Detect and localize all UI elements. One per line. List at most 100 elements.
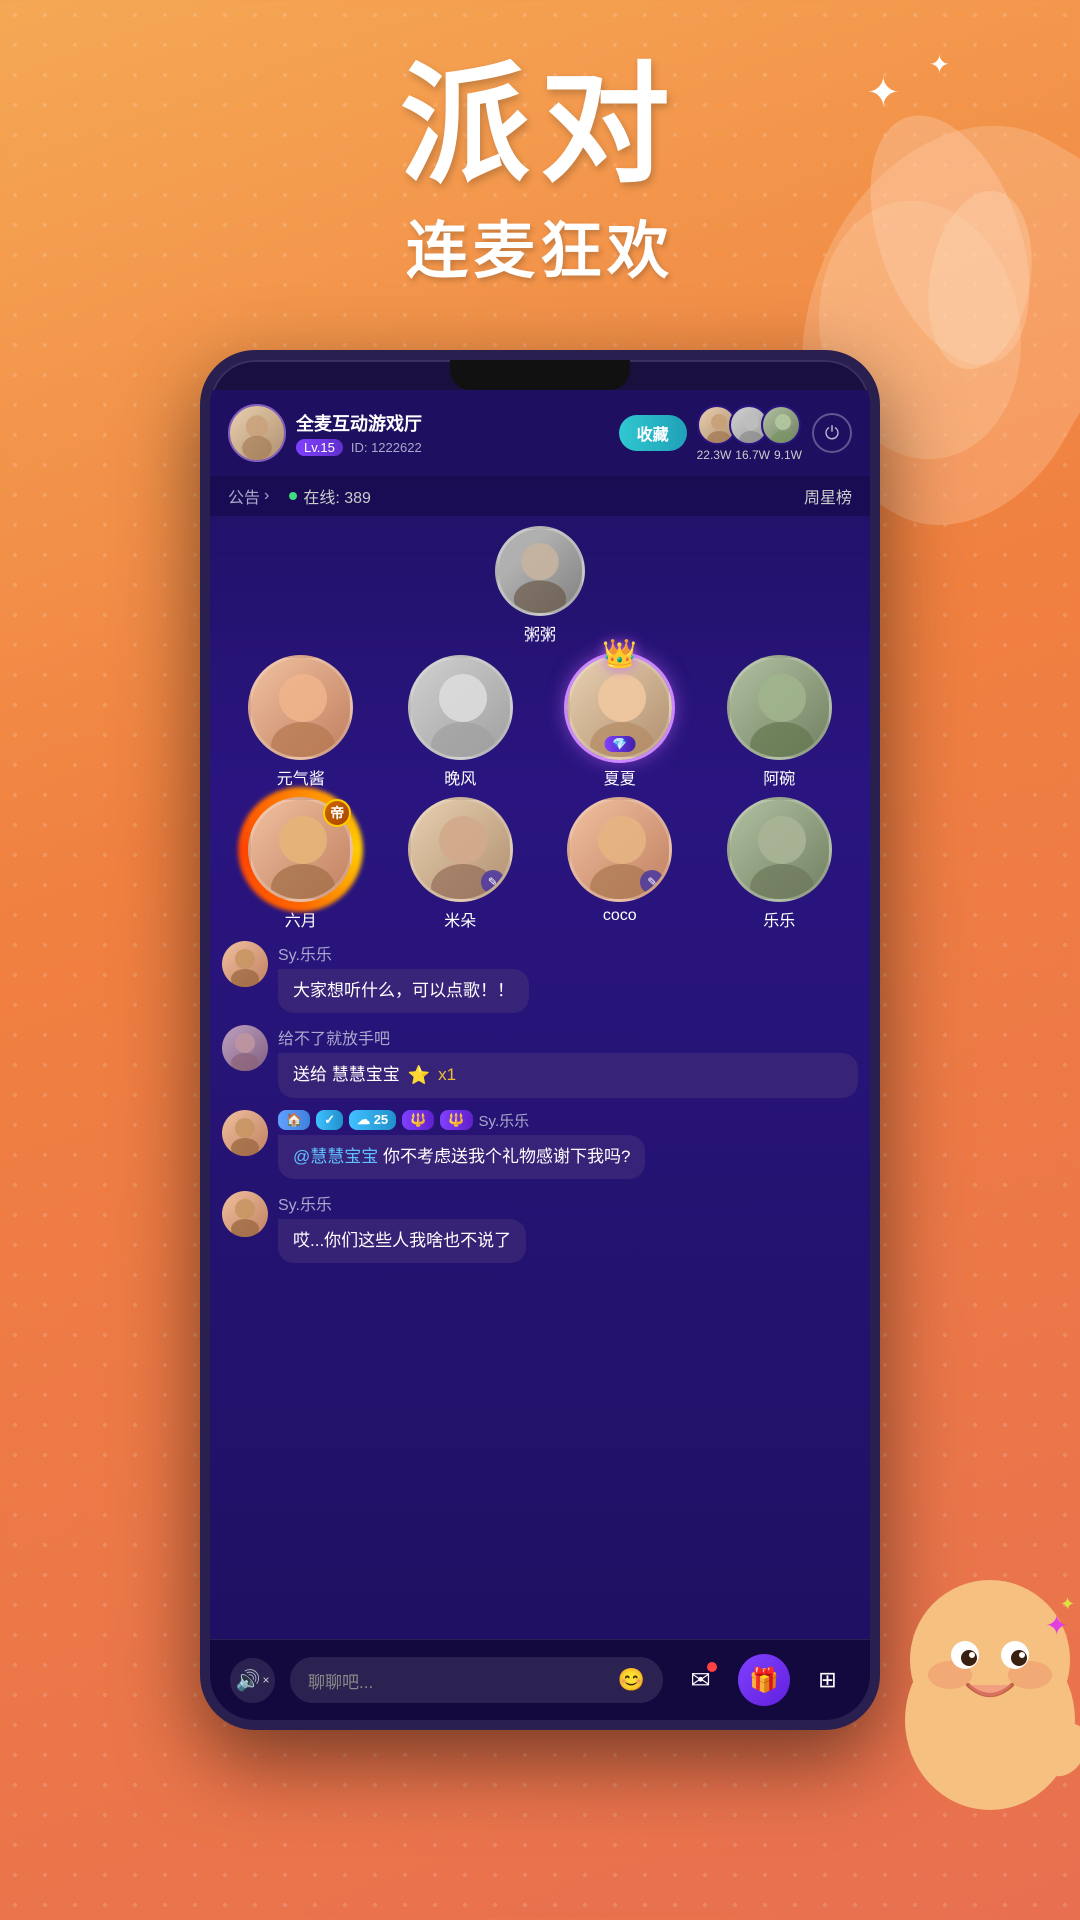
host-stage-name: 粥粥 — [524, 621, 556, 645]
chat-bubble-1: 大家想听什么，可以点歌！！ — [278, 969, 529, 1013]
chat-content-3: 🏠 ✓ ☁ 25 🔱 🔱 Sy.乐乐 @慧慧宝宝 你不考虑送我个礼物感谢下我吗? — [278, 1110, 858, 1179]
chat-bubble-2: 送给 慧慧宝宝 ⭐ x1 — [278, 1053, 858, 1098]
performers-row-2: 帝 六月 ✎ 米朵 ✎ — [220, 797, 860, 931]
chat-bubble-3: @慧慧宝宝 你不考虑送我个礼物感谢下我吗? — [278, 1135, 645, 1179]
hero-sub-title: 连麦狂欢 — [0, 200, 1080, 290]
performer-coco[interactable]: ✎ coco — [544, 797, 696, 931]
power-button[interactable]: ⏻ — [812, 413, 852, 453]
badge-check: ✓ — [316, 1110, 343, 1130]
chat-username-3: Sy.乐乐 — [479, 1110, 530, 1131]
performer-avatar-coco: ✎ — [567, 797, 672, 902]
performer-name-miduo: 米朵 — [444, 907, 476, 931]
weekly-rank-button[interactable]: 周星榜 — [804, 484, 852, 508]
sound-button[interactable]: 🔊 × — [230, 1658, 275, 1703]
host-info: 全麦互动游戏厅 Lv.15 ID: 1222622 — [296, 410, 609, 456]
chat-content-2: 给不了就放手吧 送给 慧慧宝宝 ⭐ x1 — [278, 1025, 858, 1098]
mail-button[interactable]: ✉ — [678, 1658, 723, 1703]
performer-yuanqi[interactable]: 元气酱 — [225, 655, 377, 789]
sound-x: × — [262, 1673, 269, 1687]
performer-lele[interactable]: 乐乐 — [704, 797, 856, 931]
host-id: ID: 1222622 — [351, 440, 422, 455]
stage-area: 粥粥 元气酱 晚风 — [210, 516, 870, 931]
online-indicator — [289, 492, 297, 500]
announce-label: 公告 — [228, 484, 260, 508]
top-bar: 全麦互动游戏厅 Lv.15 ID: 1222622 收藏 — [210, 390, 870, 476]
bottom-bar: 🔊 × 聊聊吧... 😊 ✉ 🎁 ⊞ — [210, 1639, 870, 1720]
svg-text:✦: ✦ — [1045, 1610, 1068, 1641]
viewer-count-1: 22.3W — [697, 448, 732, 462]
sound-icon: 🔊 — [236, 1668, 261, 1693]
performer-wanfeng[interactable]: 晚风 — [385, 655, 537, 789]
performer-avatar-wanfeng — [408, 655, 513, 760]
viewer-count-2: 16.7W — [735, 448, 770, 462]
online-count: 在线: 389 — [289, 484, 371, 508]
chat-avatar-2 — [222, 1025, 268, 1071]
chat-avatar-3 — [222, 1110, 268, 1156]
performer-name-xiaxia: 夏夏 — [604, 765, 636, 789]
performer-avatar-lele — [727, 797, 832, 902]
chat-bubble-4: 哎...你们这些人我啥也不说了 — [278, 1219, 526, 1263]
gift-button[interactable]: 🎁 — [738, 1654, 790, 1706]
gift-icon: 🎁 — [749, 1666, 779, 1695]
host-avatar — [228, 404, 286, 462]
chat-username-4: Sy.乐乐 — [278, 1191, 858, 1215]
performer-name-yuanqi: 元气酱 — [277, 765, 325, 789]
performer-avatar-yuanqi — [248, 655, 353, 760]
badge-rank-1: 🔱 — [402, 1110, 434, 1130]
host-stage: 粥粥 — [220, 526, 860, 645]
hero-section: 派对 连麦狂欢 — [0, 60, 1080, 290]
chat-content-1: Sy.乐乐 大家想听什么，可以点歌！！ — [278, 941, 858, 1013]
host-stage-avatar — [495, 526, 585, 616]
badge-rank-2: 🔱 — [440, 1110, 472, 1130]
performer-name-wanfeng: 晚风 — [444, 765, 476, 789]
menu-button[interactable]: ⊞ — [805, 1658, 850, 1703]
level-badge: Lv.15 — [296, 439, 343, 456]
chat-message-3: 🏠 ✓ ☁ 25 🔱 🔱 Sy.乐乐 @慧慧宝宝 你不考虑送我个礼物感谢下我吗? — [222, 1110, 858, 1179]
announce-button[interactable]: 公告 › — [228, 484, 269, 508]
viewer-avatars — [697, 405, 801, 445]
phone-screen: 全麦互动游戏厅 Lv.15 ID: 1222622 收藏 — [210, 390, 870, 1720]
chat-message-4: Sy.乐乐 哎...你们这些人我啥也不说了 — [222, 1191, 858, 1263]
phone-notch — [450, 360, 630, 390]
performer-avatar-awan — [727, 655, 832, 760]
performer-liuyue[interactable]: 帝 六月 — [225, 797, 377, 931]
mascot-character: ✦ ✦ ✦ — [850, 1560, 1080, 1840]
performer-xiaxia[interactable]: 👑 💎 夏夏 — [544, 655, 696, 789]
performer-awan[interactable]: 阿碗 — [704, 655, 856, 789]
performers-row-1: 元气酱 晚风 👑 💎 — [220, 655, 860, 789]
badge-25: ☁ 25 — [349, 1110, 396, 1130]
viewer-avatar-3 — [761, 405, 801, 445]
gift-count: x1 — [438, 1063, 456, 1087]
host-name: 全麦互动游戏厅 — [296, 410, 609, 436]
performer-avatar-miduo: ✎ — [408, 797, 513, 902]
chat-username-1: Sy.乐乐 — [278, 941, 858, 965]
chat-placeholder: 聊聊吧... — [308, 1668, 373, 1693]
host-meta: Lv.15 ID: 1222622 — [296, 439, 609, 456]
svg-text:✦: ✦ — [1060, 1594, 1075, 1614]
gift-text: 送给 慧慧宝宝 — [293, 1063, 400, 1087]
chat-username-2: 给不了就放手吧 — [278, 1025, 858, 1049]
collect-button[interactable]: 收藏 — [619, 415, 687, 451]
announce-arrow: › — [264, 487, 269, 505]
phone-device: 全麦互动游戏厅 Lv.15 ID: 1222622 收藏 — [200, 350, 880, 1730]
info-bar: 公告 › 在线: 389 周星榜 — [210, 476, 870, 516]
performer-name-awan: 阿碗 — [763, 765, 795, 789]
hero-main-title: 派对 — [0, 60, 1080, 190]
performer-miduo[interactable]: ✎ 米朵 — [385, 797, 537, 931]
chat-avatar-4 — [222, 1191, 268, 1237]
crown-icon: 👑 — [602, 637, 637, 670]
chat-input-area[interactable]: 聊聊吧... 😊 — [290, 1657, 663, 1703]
emoji-button[interactable]: 😊 — [618, 1667, 645, 1693]
chat-content-4: Sy.乐乐 哎...你们这些人我啥也不说了 — [278, 1191, 858, 1263]
viewer-count-3: 9.1W — [774, 448, 802, 462]
chat-message-2: 给不了就放手吧 送给 慧慧宝宝 ⭐ x1 — [222, 1025, 858, 1098]
host-stage-slot: 粥粥 — [495, 526, 585, 645]
performer-name-lele: 乐乐 — [763, 907, 795, 931]
chat-area: Sy.乐乐 大家想听什么，可以点歌！！ 给不了就放手吧 送给 慧慧宝宝 ⭐ x1 — [210, 936, 870, 1268]
gift-star-icon: ⭐ — [408, 1063, 430, 1088]
chat-avatar-1 — [222, 941, 268, 987]
chat-message-1: Sy.乐乐 大家想听什么，可以点歌！！ — [222, 941, 858, 1013]
menu-icon: ⊞ — [818, 1667, 836, 1693]
badge-row-3: 🏠 ✓ ☁ 25 🔱 🔱 Sy.乐乐 — [278, 1110, 858, 1131]
performer-name-coco: coco — [603, 907, 637, 925]
